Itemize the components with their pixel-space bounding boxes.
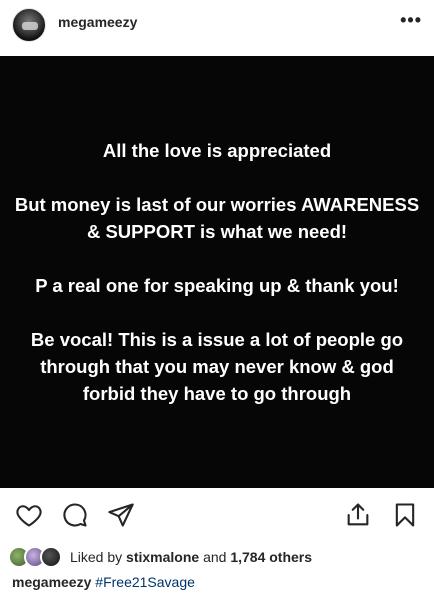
- caption: megameezy #Free21Savage: [12, 574, 195, 590]
- likes-text: Liked by stixmalone and 1,784 others: [70, 549, 312, 565]
- likes-count[interactable]: 1,784 others: [230, 549, 312, 565]
- caption-hashtag[interactable]: #Free21Savage: [95, 574, 195, 590]
- heart-icon[interactable]: [14, 500, 44, 530]
- comment-icon[interactable]: [60, 500, 90, 530]
- action-bar: [0, 496, 434, 536]
- post-text-line-2: But money is last of our worries AWARENE…: [14, 194, 420, 242]
- caption-username[interactable]: megameezy: [12, 574, 91, 590]
- likes-connector: and: [203, 549, 227, 565]
- share-icon[interactable]: [106, 500, 136, 530]
- post-text-line-3: P a real one for speaking up & thank you…: [35, 275, 399, 296]
- post-text-line-4: Be vocal! This is a issue a lot of peopl…: [30, 329, 404, 404]
- more-options-icon[interactable]: •••: [400, 10, 422, 31]
- liker-username[interactable]: stixmalone: [126, 549, 199, 565]
- avatar: [40, 546, 62, 568]
- likes-row[interactable]: Liked by stixmalone and 1,784 others: [8, 545, 312, 569]
- avatar[interactable]: [12, 8, 46, 42]
- post-header: megameezy •••: [0, 0, 434, 56]
- upload-icon[interactable]: [343, 500, 373, 530]
- liker-avatars: [8, 546, 70, 568]
- bookmark-icon[interactable]: [390, 500, 420, 530]
- likes-prefix: Liked by: [70, 549, 123, 565]
- post-text-line-1: All the love is appreciated: [102, 140, 332, 161]
- post-image[interactable]: All the love is appreciated But money is…: [0, 56, 434, 488]
- header-username[interactable]: megameezy: [58, 14, 137, 30]
